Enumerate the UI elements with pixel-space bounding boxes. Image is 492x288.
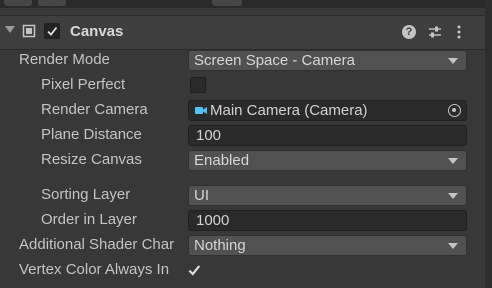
additional-shader-value: Nothing (194, 237, 246, 254)
dropdown-arrow-icon (448, 158, 458, 164)
object-picker-icon[interactable] (448, 104, 461, 117)
toolbar-button[interactable] (4, 0, 32, 6)
component-enabled-checkbox[interactable] (44, 23, 60, 39)
resize-canvas-dropdown[interactable]: Enabled (188, 150, 467, 171)
render-camera-row: Render Camera Main Camera (Camera) (0, 98, 492, 123)
render-mode-label: Render Mode (19, 51, 110, 68)
help-icon[interactable]: ? (402, 25, 416, 39)
order-in-layer-label: Order in Layer (41, 211, 137, 228)
resize-canvas-value: Enabled (194, 152, 250, 169)
resize-canvas-row: Resize Canvas Enabled (0, 148, 492, 173)
component-header[interactable]: Canvas ? (0, 15, 492, 50)
order-in-layer-input[interactable]: 1000 (188, 210, 467, 231)
presets-icon[interactable] (428, 25, 442, 39)
pixel-perfect-checkbox[interactable] (190, 77, 206, 93)
inspector-scrollbar[interactable] (485, 0, 492, 288)
additional-shader-label: Additional Shader Char (19, 236, 175, 253)
render-mode-dropdown[interactable]: Screen Space - Camera (188, 50, 467, 71)
plane-distance-row: Plane Distance 100 (0, 123, 492, 148)
order-in-layer-row: Order in Layer 1000 (0, 208, 492, 233)
previous-component-strip (0, 0, 492, 8)
camera-icon (195, 107, 207, 114)
resize-canvas-label: Resize Canvas (41, 151, 142, 168)
sorting-layer-row: Sorting Layer UI (0, 183, 492, 208)
plane-distance-input[interactable]: 100 (188, 125, 467, 146)
render-mode-value: Screen Space - Camera (194, 52, 355, 69)
component-title: Canvas (70, 23, 124, 40)
vertex-color-row: Vertex Color Always In (0, 258, 492, 283)
render-camera-label: Render Camera (41, 101, 148, 118)
kebab-menu-icon[interactable] (454, 25, 464, 39)
canvas-icon (22, 24, 36, 38)
render-mode-row: Render Mode Screen Space - Camera (0, 48, 492, 73)
vertex-color-label: Vertex Color Always In (19, 261, 170, 278)
pixel-perfect-label: Pixel Perfect (41, 76, 126, 93)
dropdown-arrow-icon (448, 193, 458, 199)
render-camera-value: Main Camera (Camera) (210, 102, 368, 119)
dropdown-arrow-icon (448, 243, 458, 249)
additional-shader-dropdown[interactable]: Nothing (188, 235, 467, 256)
sorting-layer-value: UI (194, 187, 209, 204)
pixel-perfect-row: Pixel Perfect (0, 73, 492, 98)
checkmark-icon (188, 265, 201, 276)
checkmark-icon (47, 26, 58, 36)
additional-shader-row: Additional Shader Char Nothing (0, 233, 492, 258)
render-camera-object-field[interactable]: Main Camera (Camera) (188, 100, 467, 121)
plane-distance-label: Plane Distance (41, 126, 142, 143)
vertex-color-checkbox[interactable] (186, 262, 202, 278)
foldout-arrow-icon[interactable] (5, 26, 15, 33)
toolbar-button[interactable] (38, 0, 66, 6)
sorting-layer-dropdown[interactable]: UI (188, 185, 467, 206)
sorting-layer-label: Sorting Layer (41, 186, 131, 203)
toolbar-button[interactable] (212, 0, 242, 6)
dropdown-arrow-icon (448, 58, 458, 64)
